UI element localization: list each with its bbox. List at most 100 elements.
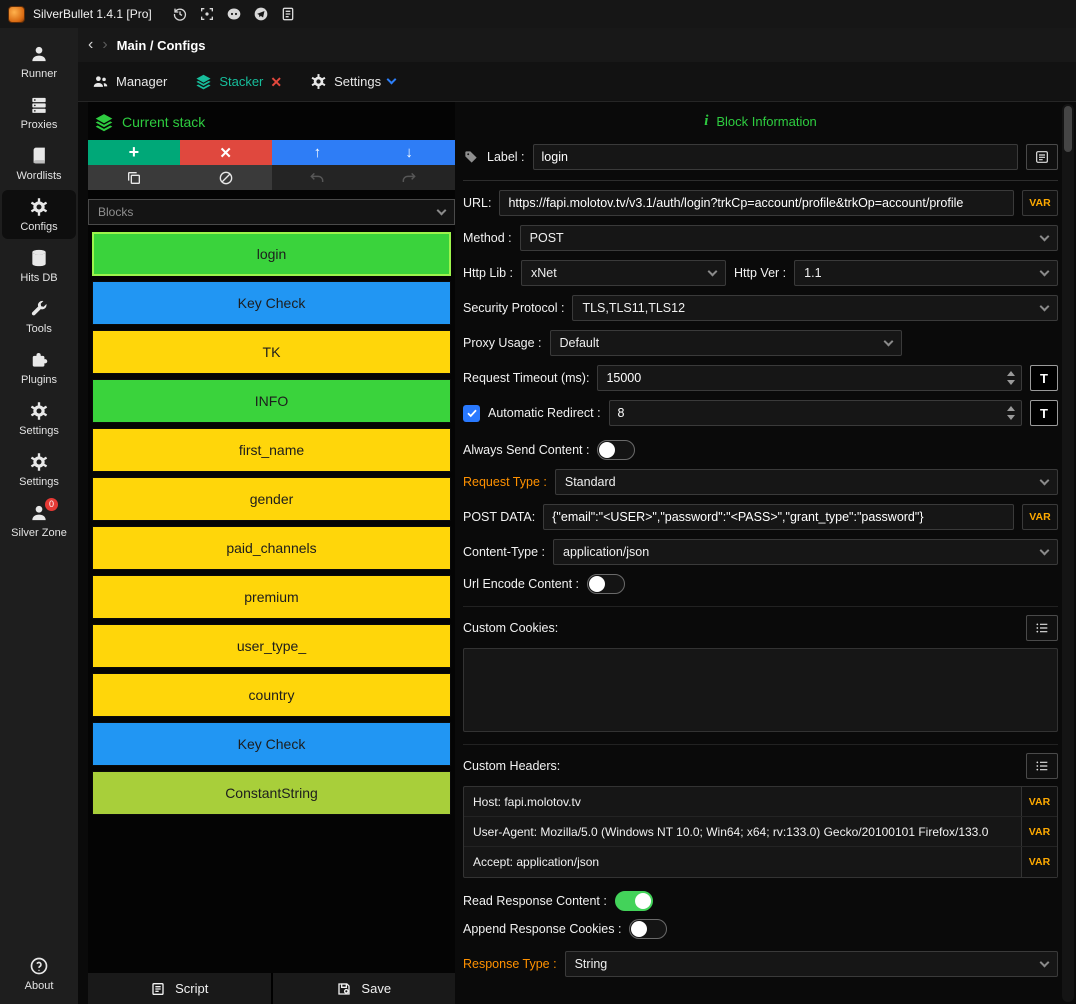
move-up-button[interactable]: ↑ xyxy=(272,140,364,165)
nav-back-icon[interactable]: ‹ xyxy=(88,37,93,53)
url-input[interactable] xyxy=(499,190,1014,216)
vertical-scrollbar[interactable] xyxy=(1062,104,1074,1002)
disable-block-button[interactable] xyxy=(180,165,272,190)
nav-forward-icon[interactable]: › xyxy=(102,37,107,53)
custom-cookies-label: Custom Cookies: xyxy=(463,621,558,635)
stack-block[interactable]: user_type_ xyxy=(92,624,451,668)
stack-block[interactable]: first_name xyxy=(92,428,451,472)
about-icon xyxy=(29,956,49,976)
header-var-button[interactable]: VAR xyxy=(1021,817,1057,846)
sidebar-item-tools[interactable]: Tools xyxy=(2,292,76,341)
stack-block[interactable]: login xyxy=(92,232,451,276)
url-label: URL: xyxy=(463,196,491,210)
tab-settings[interactable]: Settings xyxy=(310,73,395,90)
proxy-usage-dropdown[interactable]: Default xyxy=(550,330,902,356)
request-type-dropdown[interactable]: Standard xyxy=(555,469,1058,495)
request-timeout-input[interactable] xyxy=(597,365,1022,391)
redirect-type-button[interactable]: T xyxy=(1030,400,1058,426)
sidebar-item-settings-sb[interactable]: Settings xyxy=(2,394,76,443)
stack-block[interactable]: premium xyxy=(92,575,451,619)
number-stepper-icon[interactable] xyxy=(1007,406,1015,420)
url-encode-content-toggle[interactable] xyxy=(587,574,625,594)
sidebar-item-silver-zone[interactable]: 0 Silver Zone xyxy=(2,496,76,545)
settings-tab-gear-icon xyxy=(310,73,327,90)
label-notes-button[interactable] xyxy=(1026,144,1058,170)
http-lib-value: xNet xyxy=(531,266,557,280)
header-row-text[interactable]: Accept: application/json xyxy=(464,847,1021,877)
capture-icon[interactable] xyxy=(199,6,215,22)
script-button[interactable]: Script xyxy=(88,973,271,1004)
scrollbar-thumb[interactable] xyxy=(1064,106,1072,152)
post-data-input[interactable] xyxy=(543,504,1014,530)
tab-stacker[interactable]: Stacker ✕ xyxy=(195,73,282,90)
tab-close-icon[interactable]: ✕ xyxy=(270,75,282,89)
header-row-text[interactable]: User-Agent: Mozilla/5.0 (Windows NT 10.0… xyxy=(464,817,1021,846)
content-type-label: Content-Type : xyxy=(463,545,545,559)
stack-block[interactable]: INFO xyxy=(92,379,451,423)
sidebar-item-plugins[interactable]: Plugins xyxy=(2,343,76,392)
sidebar-item-runner[interactable]: Runner xyxy=(2,37,76,86)
header-var-button[interactable]: VAR xyxy=(1021,847,1057,877)
sidebar-item-settings-core[interactable]: Settings xyxy=(2,445,76,494)
toggle-knob xyxy=(631,921,647,937)
custom-headers-list-button[interactable] xyxy=(1026,753,1058,779)
post-data-var-button[interactable]: VAR xyxy=(1022,504,1058,530)
automatic-redirect-checkbox[interactable] xyxy=(463,405,480,422)
header-row-text[interactable]: Host: fapi.molotov.tv xyxy=(464,787,1021,816)
header-var-button[interactable]: VAR xyxy=(1021,787,1057,816)
sidebar-item-hits-db[interactable]: Hits DB xyxy=(2,241,76,290)
history-icon[interactable] xyxy=(172,6,188,22)
chevron-down-icon xyxy=(1040,475,1050,485)
stack-block[interactable]: gender xyxy=(92,477,451,521)
url-var-button[interactable]: VAR xyxy=(1022,190,1058,216)
chevron-down-icon[interactable] xyxy=(387,75,397,85)
duplicate-block-button[interactable] xyxy=(88,165,180,190)
redo-button[interactable] xyxy=(363,165,455,190)
http-ver-dropdown[interactable]: 1.1 xyxy=(794,260,1058,286)
label-input[interactable] xyxy=(533,144,1018,170)
security-protocol-dropdown[interactable]: TLS,TLS11,TLS12 xyxy=(572,295,1058,321)
blocks-dropdown[interactable]: Blocks xyxy=(88,199,455,225)
custom-cookies-list-button[interactable] xyxy=(1026,615,1058,641)
remove-block-button[interactable]: ✕ xyxy=(180,140,272,165)
undo-button[interactable] xyxy=(272,165,364,190)
app-logo-icon xyxy=(8,6,25,23)
stack-block[interactable]: Key Check xyxy=(92,722,451,766)
append-response-cookies-toggle[interactable] xyxy=(629,919,667,939)
sidebar-item-proxies[interactable]: Proxies xyxy=(2,88,76,137)
content-type-dropdown[interactable]: application/json xyxy=(553,539,1058,565)
number-stepper-icon[interactable] xyxy=(1007,371,1015,385)
configs-gear-icon xyxy=(29,197,49,217)
notes-icon[interactable] xyxy=(280,6,296,22)
timeout-type-button[interactable]: T xyxy=(1030,365,1058,391)
custom-cookies-textarea[interactable] xyxy=(463,648,1058,732)
automatic-redirect-input[interactable] xyxy=(609,400,1022,426)
save-button[interactable]: Save xyxy=(273,973,456,1004)
request-timeout-label: Request Timeout (ms): xyxy=(463,371,589,385)
always-send-content-toggle[interactable] xyxy=(597,440,635,460)
copy-icon xyxy=(126,170,142,186)
sidebar-item-wordlists[interactable]: Wordlists xyxy=(2,139,76,188)
stack-block[interactable]: TK xyxy=(92,330,451,374)
discord-icon[interactable] xyxy=(226,6,242,22)
add-block-button[interactable]: + xyxy=(88,140,180,165)
tab-label: Settings xyxy=(334,74,381,89)
response-type-dropdown[interactable]: String xyxy=(565,951,1058,977)
response-type-label: Response Type : xyxy=(463,957,557,971)
stack-block[interactable]: country xyxy=(92,673,451,717)
sidebar-item-configs[interactable]: Configs xyxy=(2,190,76,239)
stack-block[interactable]: ConstantString xyxy=(92,771,451,815)
http-lib-dropdown[interactable]: xNet xyxy=(521,260,726,286)
stack-block[interactable]: paid_channels xyxy=(92,526,451,570)
sidebar-item-about[interactable]: About xyxy=(2,949,76,998)
read-response-content-toggle[interactable] xyxy=(615,891,653,911)
move-down-button[interactable]: ↓ xyxy=(363,140,455,165)
automatic-redirect-label: Automatic Redirect : xyxy=(488,406,601,420)
toggle-knob xyxy=(635,893,651,909)
telegram-icon[interactable] xyxy=(253,6,269,22)
tab-manager[interactable]: Manager xyxy=(92,73,167,90)
method-dropdown[interactable]: POST xyxy=(520,225,1058,251)
database-icon xyxy=(29,248,49,268)
stack-block-label: premium xyxy=(244,589,298,605)
stack-block[interactable]: Key Check xyxy=(92,281,451,325)
